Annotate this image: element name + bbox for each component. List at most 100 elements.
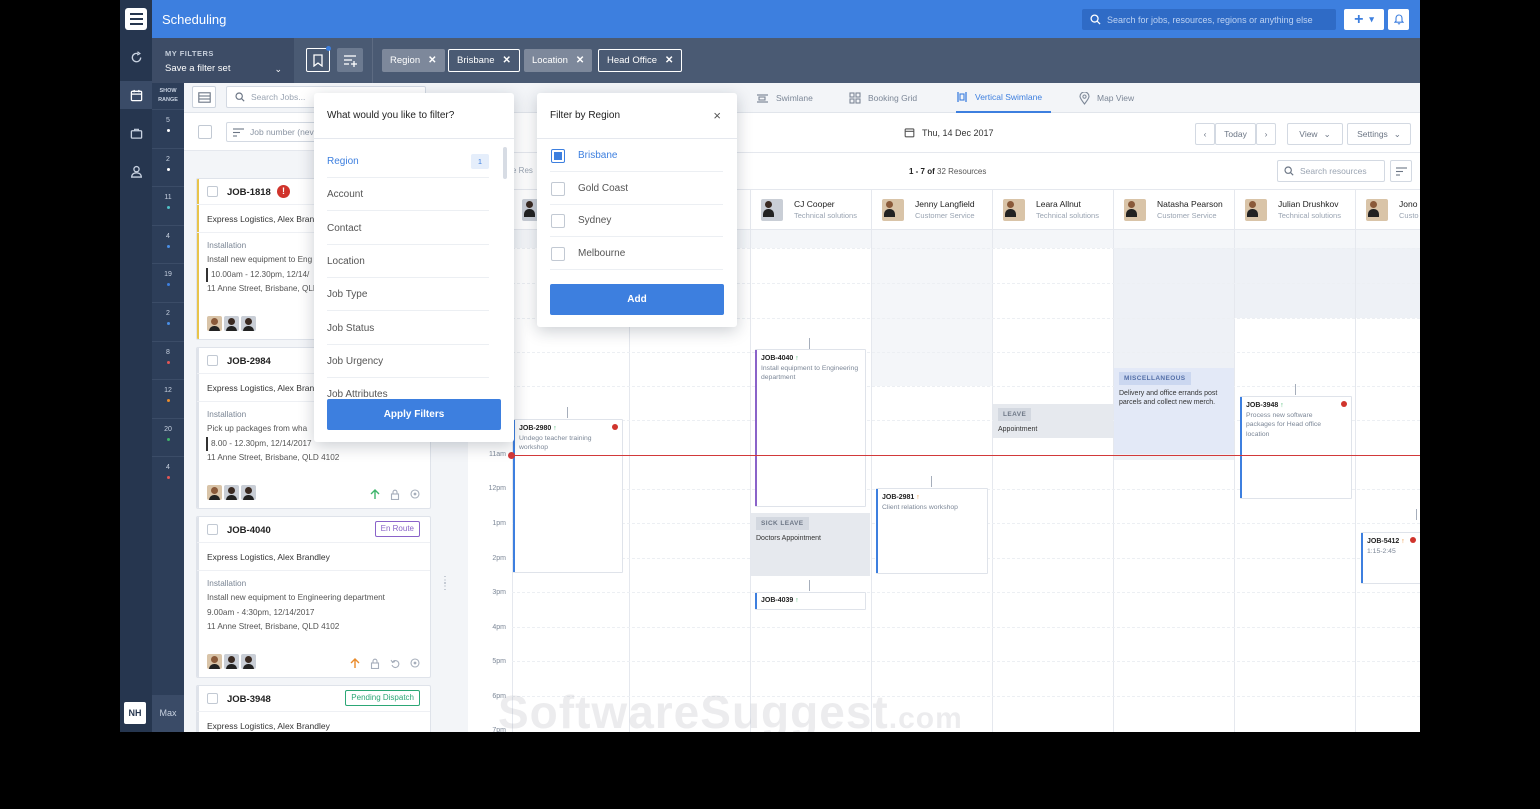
range-cell[interactable]: 2 — [152, 147, 184, 186]
location-icon[interactable] — [410, 489, 420, 500]
range-cell[interactable]: 4 — [152, 224, 184, 263]
region-option-brisbane[interactable]: Brisbane — [550, 139, 723, 172]
filter-category-location[interactable]: Location — [327, 245, 489, 278]
location-icon[interactable] — [410, 658, 420, 669]
range-cell[interactable]: 20 — [152, 417, 184, 456]
close-icon[interactable]: ✕ — [503, 55, 511, 66]
filter-category-account[interactable]: Account — [327, 178, 489, 212]
job-event[interactable]: JOB-2981 ↑ Client relations workshop — [876, 488, 988, 574]
chip-location-value[interactable]: Head Office ✕ — [598, 49, 683, 72]
user-avatar[interactable]: NH — [124, 702, 146, 724]
bookmark-button[interactable] — [306, 48, 330, 72]
drag-handle[interactable] — [1295, 384, 1296, 395]
range-cell[interactable]: 19 — [152, 263, 184, 301]
chip-location-key[interactable]: Location ✕ — [524, 49, 593, 72]
region-option-melbourne[interactable]: Melbourne — [550, 237, 723, 271]
drag-handle[interactable] — [567, 407, 568, 418]
region-option-sydney[interactable]: Sydney — [550, 204, 723, 238]
undo-icon[interactable] — [390, 658, 400, 669]
job-event[interactable]: JOB-3948 ↑ Process new software packages… — [1240, 396, 1352, 499]
list-toggle-button[interactable] — [192, 86, 216, 108]
settings-dropdown[interactable]: Settings ⌄ — [1347, 123, 1411, 145]
filter-category-region[interactable]: Region 1 — [327, 145, 489, 178]
rail-people[interactable] — [120, 157, 152, 185]
close-icon[interactable]: ✕ — [576, 55, 584, 66]
miscellaneous-block[interactable]: MISCELLANEOUS Delivery and office errand… — [1114, 368, 1234, 454]
tab-map-view[interactable]: Map View — [1079, 83, 1134, 113]
drag-handle[interactable] — [809, 338, 810, 349]
add-region-button[interactable]: Add — [550, 284, 724, 315]
rail-refresh[interactable] — [120, 43, 152, 71]
close-icon[interactable]: × — [713, 108, 721, 123]
add-button[interactable]: + ▾ — [1344, 9, 1384, 30]
arrow-up-icon[interactable] — [350, 658, 360, 669]
drag-handle[interactable]: ⋮ ⋮ — [440, 576, 450, 592]
resource-column-header[interactable]: Jenny Langfield Customer Service — [871, 190, 992, 230]
rail-calendar[interactable] — [120, 81, 152, 109]
filter-category-job-type[interactable]: Job Type — [327, 278, 489, 312]
chip-region-key[interactable]: Region ✕ — [382, 49, 445, 72]
scrollbar[interactable] — [503, 147, 507, 179]
range-cell[interactable]: 4 — [152, 456, 184, 494]
lock-icon[interactable] — [370, 658, 380, 669]
region-checkbox[interactable] — [551, 214, 565, 229]
region-checkbox[interactable] — [551, 181, 565, 196]
drag-handle[interactable] — [809, 580, 810, 591]
range-cell[interactable]: 11 — [152, 186, 184, 224]
resource-search-input[interactable]: Search resources — [1277, 160, 1385, 182]
global-search-input[interactable]: Search for jobs, resources, regions or a… — [1082, 9, 1336, 30]
job-event[interactable]: JOB-2980 ↑ Undego teacher training works… — [513, 419, 623, 573]
job-event[interactable]: JOB-4040 ↑ Install equipment to Engineer… — [755, 349, 866, 507]
job-card[interactable]: JOB-4040 En Route Express Logistics, Ale… — [196, 516, 431, 678]
prev-day-button[interactable]: ‹ — [1195, 123, 1215, 145]
tab-vertical-swimlane[interactable]: Vertical Swimlane — [956, 83, 1051, 113]
arrow-up-icon[interactable] — [370, 489, 380, 500]
my-filters-dropdown[interactable]: MY FILTERS Save a filter set ⌄ — [152, 38, 294, 83]
show-range-header[interactable]: SHOW RANGE — [152, 83, 184, 109]
resource-column-header[interactable]: Jono Custo — [1355, 190, 1420, 230]
range-cell[interactable]: 8 — [152, 340, 184, 379]
resource-column-header[interactable]: CJ Cooper Technical solutions — [750, 190, 871, 230]
job-checkbox[interactable] — [207, 355, 218, 366]
close-icon[interactable]: ✕ — [428, 55, 436, 66]
apply-filters-button[interactable]: Apply Filters — [327, 399, 501, 430]
resource-sort-button[interactable] — [1390, 160, 1412, 182]
next-day-button[interactable]: › — [1256, 123, 1276, 145]
calendar-date[interactable]: Thu, 14 Dec 2017 — [904, 127, 994, 138]
notifications-button[interactable] — [1388, 9, 1409, 30]
job-checkbox[interactable] — [207, 693, 218, 704]
resource-column-header[interactable]: Julian Drushkov Technical solutions — [1234, 190, 1355, 230]
app-logo[interactable] — [120, 0, 152, 38]
rail-jobs[interactable] — [120, 119, 152, 147]
resource-column-header[interactable]: Leara Allnut Technical solutions — [992, 190, 1113, 230]
tab-swimlane[interactable]: Swimlane — [756, 83, 813, 113]
job-card[interactable]: JOB-3948 Pending Dispatch Express Logist… — [196, 685, 431, 732]
range-max-button[interactable]: Max — [152, 695, 184, 732]
view-dropdown[interactable]: View ⌄ — [1287, 123, 1343, 145]
filter-category-contact[interactable]: Contact — [327, 212, 489, 245]
region-checkbox[interactable] — [551, 149, 565, 163]
range-cell[interactable]: 12 — [152, 379, 184, 417]
chip-region-value[interactable]: Brisbane ✕ — [448, 49, 520, 72]
range-cell[interactable]: 2 — [152, 302, 184, 340]
drag-handle[interactable] — [1416, 509, 1417, 520]
add-filter-button[interactable] — [337, 48, 363, 72]
tab-booking-grid[interactable]: Booking Grid — [849, 83, 917, 113]
range-cell[interactable]: 5 — [152, 109, 184, 147]
job-event[interactable]: JOB-5412 ↑ 1:15-2:45 — [1361, 532, 1420, 584]
select-all-checkbox[interactable] — [198, 125, 212, 139]
close-icon[interactable]: ✕ — [665, 55, 673, 66]
region-checkbox[interactable] — [551, 247, 565, 262]
resource-column-header[interactable]: Natasha Pearson Customer Service — [1113, 190, 1234, 230]
job-checkbox[interactable] — [207, 186, 218, 197]
sick-leave-block[interactable]: SICK LEAVE Doctors Appointment — [751, 513, 870, 576]
filter-category-job-status[interactable]: Job Status — [327, 312, 489, 345]
filter-category-job-urgency[interactable]: Job Urgency — [327, 345, 489, 378]
region-option-gold-coast[interactable]: Gold Coast — [550, 172, 723, 205]
job-event[interactable]: JOB-4039 ↑ — [755, 592, 866, 610]
lock-icon[interactable] — [390, 489, 400, 500]
today-button[interactable]: Today — [1215, 123, 1256, 145]
job-checkbox[interactable] — [207, 524, 218, 535]
drag-handle[interactable] — [931, 476, 932, 487]
leave-block[interactable]: LEAVE Appointment — [993, 404, 1113, 438]
